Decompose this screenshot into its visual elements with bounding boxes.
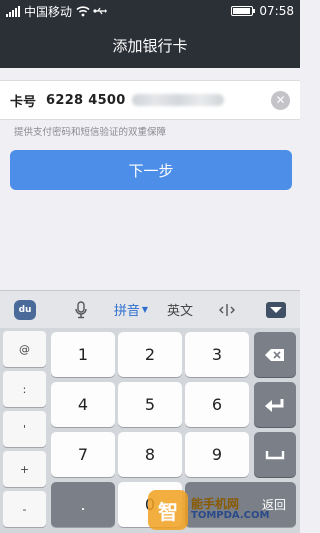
backspace-icon [265,348,284,361]
symbol-key[interactable]: ' [3,411,46,447]
english-mode-button[interactable]: 英文 [158,291,202,329]
symbol-column: @ : ' + - [3,331,46,531]
digit-key-6[interactable]: 6 [185,382,249,427]
pinyin-label: 拼音 [113,304,140,319]
status-time: 07:58 [259,4,294,18]
pinyin-mode-button[interactable]: 拼音 ▼ [106,291,156,329]
page-title: 添加银行卡 [112,36,188,55]
enter-key[interactable] [254,382,296,427]
wifi-icon [76,6,90,17]
battery-level [233,8,250,14]
cursor-move-icon[interactable] [202,291,252,329]
watermark-en: TOMPDA.COM [191,510,270,522]
space-icon [265,450,285,459]
card-number-value[interactable]: 6228 4500 [46,93,126,108]
status-bar: 中国移动 07:58 [0,0,300,22]
digit-key-1[interactable]: 1 [51,332,115,377]
symbol-key[interactable]: : [3,371,46,407]
hide-keyboard-icon[interactable] [266,301,286,318]
signal-icon [6,5,20,17]
battery-icon [231,6,256,16]
symbol-key[interactable]: @ [3,331,46,367]
symbol-key[interactable]: + [3,451,46,487]
baidu-logo-icon[interactable]: du [14,299,36,320]
microphone-icon[interactable] [56,291,106,329]
space-key[interactable] [254,432,296,477]
watermark-logo-icon: 智 [148,490,188,530]
card-number-field[interactable]: 卡号 6228 4500 ✕ [0,80,300,120]
card-number-redacted [131,94,224,106]
digit-key-4[interactable]: 4 [51,382,115,427]
next-step-button[interactable]: 下一步 [10,150,292,190]
digit-key-7[interactable]: 7 [51,432,115,477]
usb-icon [93,7,108,15]
enter-icon [265,398,284,412]
security-hint: 提供支付密码和短信验证的双重保障 [14,127,167,138]
carrier-name: 中国移动 [24,4,73,19]
screen: 中国移动 07:58 添加银行卡 卡号 6228 4500 ✕ 提供支付密码和短… [0,0,300,533]
caret-down-icon: ▼ [141,305,149,314]
dot-key[interactable]: . [51,482,115,527]
digit-key-8[interactable]: 8 [118,432,182,477]
nav-bar: 添加银行卡 [0,22,300,68]
keyboard-toolbar: du 拼音 ▼ 英文 [0,290,300,328]
digit-key-5[interactable]: 5 [118,382,182,427]
digit-key-9[interactable]: 9 [185,432,249,477]
clear-icon[interactable]: ✕ [271,90,290,110]
digit-key-2[interactable]: 2 [118,332,182,377]
backspace-key[interactable] [254,332,296,377]
watermark: 智 能手机网 TOMPDA.COM [148,490,269,530]
card-number-label: 卡号 [10,94,37,110]
symbol-key[interactable]: - [3,491,46,527]
digit-key-3[interactable]: 3 [185,332,249,377]
